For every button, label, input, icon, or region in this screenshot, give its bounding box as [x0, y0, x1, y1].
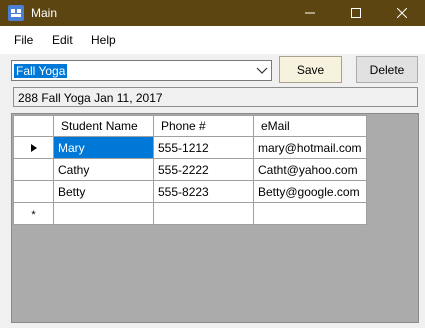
cell-student-name[interactable]: Cathy — [53, 158, 154, 181]
window-title: Main — [31, 6, 58, 20]
cell-email[interactable]: Betty@google.com — [253, 180, 367, 203]
table-row[interactable]: Cathy 555-2222 Catht@yahoo.com — [13, 158, 367, 181]
class-select-value: Fall Yoga — [14, 64, 68, 78]
row-header[interactable] — [13, 158, 54, 181]
delete-button[interactable]: Delete — [356, 56, 418, 83]
save-button[interactable]: Save — [279, 56, 342, 83]
table-row[interactable]: Betty 555-8223 Betty@google.com — [13, 180, 367, 203]
close-icon — [397, 8, 407, 18]
menu-file[interactable]: File — [14, 33, 33, 47]
corner-header-cell[interactable] — [13, 115, 54, 137]
table-row[interactable]: Mary 555-1212 mary@hotmail.com — [13, 136, 367, 159]
class-info-text: 288 Fall Yoga Jan 11, 2017 — [18, 91, 163, 105]
new-row-asterisk-icon: * — [31, 208, 36, 221]
maximize-icon — [351, 8, 361, 18]
menu-edit[interactable]: Edit — [52, 33, 73, 47]
menu-bar: File Edit Help — [0, 26, 425, 54]
new-row-header[interactable]: * — [13, 202, 54, 225]
new-cell-phone[interactable] — [153, 202, 254, 225]
minimize-button[interactable] — [287, 0, 333, 26]
title-bar: Main — [0, 0, 425, 26]
row-header[interactable] — [13, 180, 54, 203]
students-table: Student Name Phone # eMail Mary 555-1212… — [13, 115, 367, 225]
maximize-button[interactable] — [333, 0, 379, 26]
column-header-phone[interactable]: Phone # — [153, 115, 254, 137]
cell-student-name[interactable]: Betty — [53, 180, 154, 203]
close-button[interactable] — [379, 0, 425, 26]
students-grid[interactable]: Student Name Phone # eMail Mary 555-1212… — [11, 113, 419, 323]
cell-email[interactable]: mary@hotmail.com — [253, 136, 367, 159]
cell-phone[interactable]: 555-8223 — [153, 180, 254, 203]
cell-email[interactable]: Catht@yahoo.com — [253, 158, 367, 181]
chevron-down-icon[interactable] — [256, 66, 268, 76]
new-cell-email[interactable] — [253, 202, 367, 225]
menu-help[interactable]: Help — [91, 33, 116, 47]
row-header[interactable] — [13, 136, 54, 159]
class-info-box: 288 Fall Yoga Jan 11, 2017 — [13, 87, 418, 107]
minimize-icon — [305, 12, 315, 14]
cell-phone[interactable]: 555-2222 — [153, 158, 254, 181]
column-header-email[interactable]: eMail — [253, 115, 367, 137]
new-row[interactable]: * — [13, 202, 367, 225]
cell-phone[interactable]: 555-1212 — [153, 136, 254, 159]
column-header-student-name[interactable]: Student Name — [53, 115, 154, 137]
header-row: Student Name Phone # eMail — [13, 115, 367, 137]
cell-student-name[interactable]: Mary — [53, 136, 154, 159]
current-row-arrow-icon — [30, 143, 37, 152]
new-cell-student-name[interactable] — [53, 202, 154, 225]
class-select[interactable]: Fall Yoga — [11, 60, 272, 81]
app-icon — [8, 5, 24, 21]
